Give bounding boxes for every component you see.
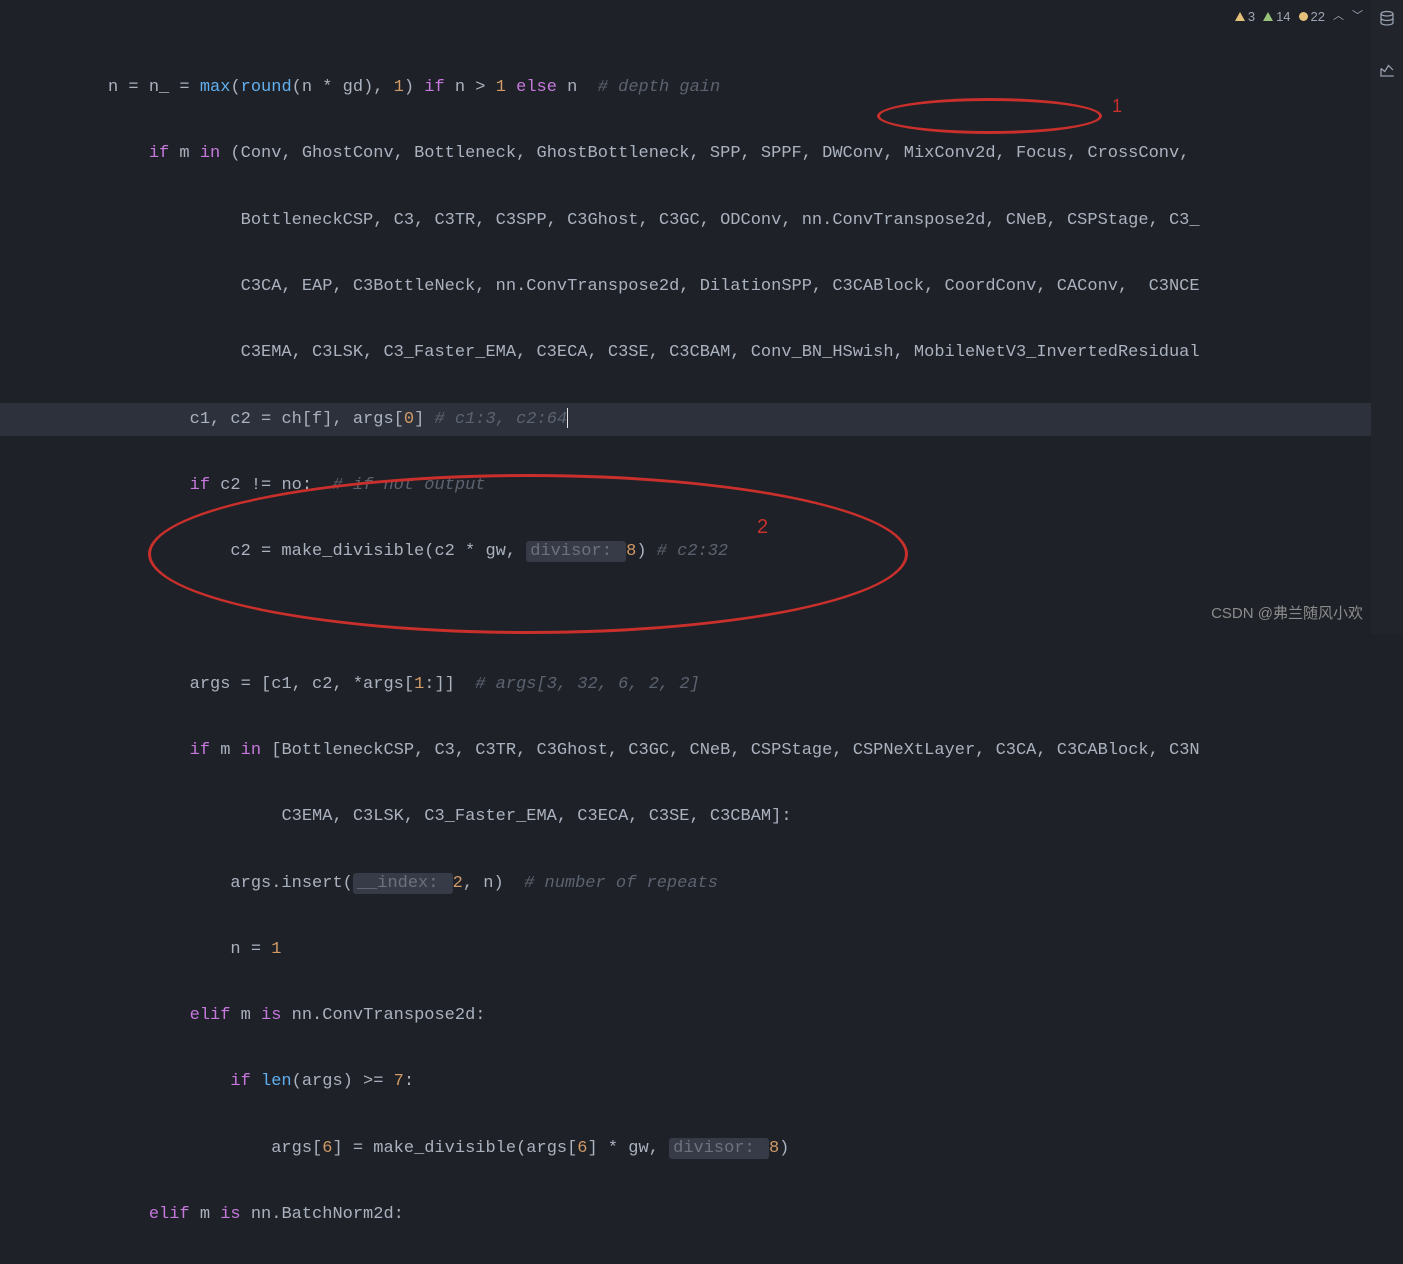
code-line[interactable] xyxy=(108,601,1403,634)
code-editor[interactable]: n = n_ = max(round(n * gd), 1) if n > 1 … xyxy=(0,0,1403,1264)
chevron-down-icon[interactable]: ﹀ xyxy=(1352,6,1363,27)
problems-indicator[interactable]: 3 14 22 ︿ ﹀ xyxy=(1235,4,1363,29)
code-line[interactable]: elif m is nn.ConvTranspose2d: xyxy=(108,999,1403,1032)
code-line[interactable]: args[6] = make_divisible(args[6] * gw, d… xyxy=(108,1132,1403,1165)
code-line[interactable]: c2 = make_divisible(c2 * gw, divisor: 8)… xyxy=(108,535,1403,568)
code-line[interactable]: C3CA, EAP, C3BottleNeck, nn.ConvTranspos… xyxy=(108,270,1403,303)
chart-icon[interactable] xyxy=(1378,59,1396,92)
code-line[interactable]: if len(args) >= 7: xyxy=(108,1065,1403,1098)
param-hint: divisor: xyxy=(526,541,626,562)
code-line[interactable]: n = 1 xyxy=(108,933,1403,966)
warning-green[interactable]: 14 xyxy=(1263,4,1290,29)
code-line[interactable]: n = n_ = max(round(n * gd), 1) if n > 1 … xyxy=(108,71,1403,104)
code-line[interactable]: args.insert(__index: 2, n) # number of r… xyxy=(108,867,1403,900)
param-hint: __index: xyxy=(353,873,453,894)
warning-yellow[interactable]: 3 xyxy=(1235,4,1255,29)
code-line[interactable]: args = [c1, c2, *args[1:]] # args[3, 32,… xyxy=(108,668,1403,701)
code-line[interactable]: C3EMA, C3LSK, C3_Faster_EMA, C3ECA, C3SE… xyxy=(108,336,1403,369)
weak-warning-icon xyxy=(1263,12,1273,21)
watermark: CSDN @弗兰随风小欢 xyxy=(1211,599,1363,628)
code-line-active[interactable]: c1, c2 = ch[f], args[0] # c1:3, c2:64 xyxy=(0,403,1403,436)
warning-icon xyxy=(1235,12,1245,21)
typo-icon xyxy=(1299,12,1308,21)
code-line[interactable]: if m in [BottleneckCSP, C3, C3TR, C3Ghos… xyxy=(108,734,1403,767)
code-line[interactable]: if m in (Conv, GhostConv, Bottleneck, Gh… xyxy=(108,137,1403,170)
text-cursor xyxy=(567,408,568,428)
database-icon[interactable] xyxy=(1378,8,1396,41)
chevron-up-icon[interactable]: ︿ xyxy=(1333,6,1344,27)
code-line[interactable]: BottleneckCSP, C3, C3TR, C3SPP, C3Ghost,… xyxy=(108,204,1403,237)
code-line[interactable]: elif m is nn.BatchNorm2d: xyxy=(108,1198,1403,1231)
typo-count[interactable]: 22 xyxy=(1299,4,1325,29)
code-line[interactable]: if c2 != no: # if not output xyxy=(108,469,1403,502)
right-toolbar xyxy=(1371,0,1403,634)
param-hint: divisor: xyxy=(669,1138,769,1159)
code-line[interactable]: C3EMA, C3LSK, C3_Faster_EMA, C3ECA, C3SE… xyxy=(108,800,1403,833)
